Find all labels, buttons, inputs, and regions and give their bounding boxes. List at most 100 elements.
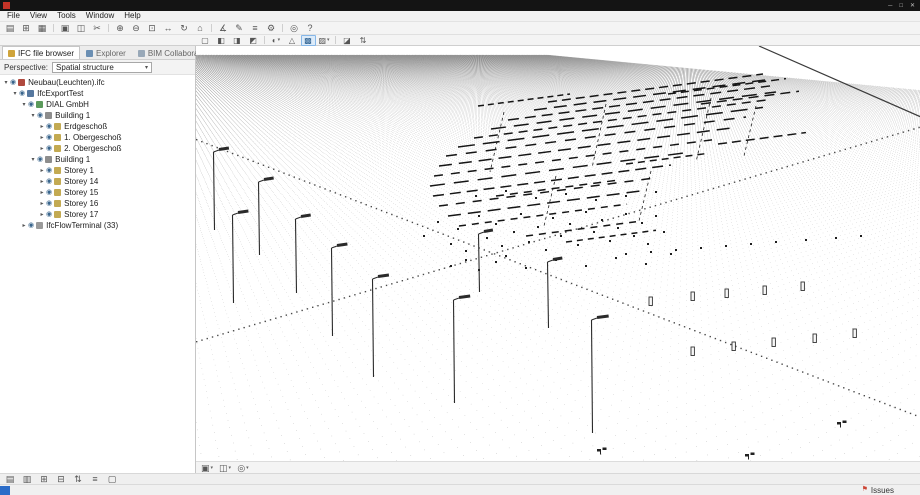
issues-flag-icon: ⚑ [862, 486, 868, 494]
walk-mode-icon[interactable]: ⇅ [356, 35, 371, 46]
tree-row[interactable]: ▾◉Building 1 [0, 110, 195, 121]
copy-icon[interactable]: ◫ [74, 22, 89, 34]
visibility-eye-icon[interactable]: ◉ [10, 79, 16, 87]
storey-icon [54, 145, 61, 152]
menu-window[interactable]: Window [81, 11, 119, 21]
collapse-icon[interactable]: ▾ [11, 90, 19, 97]
shading-mode-icon[interactable]: ◐▾ [269, 35, 284, 46]
tree-label: Storey 15 [64, 188, 98, 197]
annotate-icon[interactable]: ✎ [232, 22, 247, 34]
expand-icon[interactable]: ▸ [38, 189, 46, 196]
print-icon[interactable]: ▣ [58, 22, 73, 34]
close-button[interactable]: ✕ [910, 3, 915, 9]
tree-label: IfcExportTest [37, 89, 83, 98]
open-file-icon[interactable]: ▤ [3, 22, 18, 34]
collapse-icon[interactable]: ▾ [29, 156, 37, 163]
visibility-eye-icon[interactable]: ◉ [46, 123, 52, 131]
issues-button[interactable]: ⚑ Issues [862, 486, 894, 495]
visibility-eye-icon[interactable]: ◉ [28, 222, 34, 230]
visibility-eye-icon[interactable]: ◉ [46, 167, 52, 175]
tree-row[interactable]: ▾◉DIAL GmbH [0, 99, 195, 110]
tree-row[interactable]: ▸◉Storey 17 [0, 209, 195, 220]
expand-icon[interactable]: ▸ [38, 145, 46, 152]
background-icon[interactable]: ▨▾ [317, 35, 332, 46]
visibility-eye-icon[interactable]: ◉ [46, 189, 52, 197]
toolbar-separator [53, 24, 54, 32]
file-icon [18, 79, 25, 86]
storey-icon [54, 200, 61, 207]
zoom-window-icon[interactable]: ⊡ [145, 22, 160, 34]
tree-row[interactable]: ▸◉Storey 14 [0, 176, 195, 187]
minimize-button[interactable]: ─ [888, 3, 892, 9]
visibility-eye-icon[interactable]: ◉ [46, 200, 52, 208]
visibility-eye-icon[interactable]: ◉ [46, 145, 52, 153]
visibility-eye-icon[interactable]: ◉ [37, 112, 43, 120]
expand-icon[interactable]: ▸ [38, 200, 46, 207]
view-front-icon[interactable]: ◧ [214, 35, 229, 46]
view-side-icon[interactable]: ◨ [230, 35, 245, 46]
visibility-icon[interactable]: ◎▾ [236, 462, 251, 474]
app-window: ─ □ ✕ FileViewToolsWindowHelp ▤⊞▦ ▣◫✂ ⊕⊖⊡↔… [0, 0, 920, 495]
open-folder-icon[interactable]: ⊞ [19, 22, 34, 34]
building-icon [45, 156, 52, 163]
tree-row[interactable]: ▸◉ Storey 1 [0, 165, 195, 176]
section-icon[interactable]: ◪ [340, 35, 355, 46]
home-view-icon[interactable]: ⌂ [193, 22, 208, 34]
visibility-eye-icon[interactable]: ◉ [37, 156, 43, 164]
layers-icon[interactable]: ≡ [248, 22, 263, 34]
settings-icon[interactable]: ⚙ [264, 22, 279, 34]
collapse-icon[interactable]: ▾ [29, 112, 37, 119]
expand-icon[interactable]: ▸ [38, 178, 46, 185]
help-icon[interactable]: ? [303, 22, 318, 34]
zoom-out-icon[interactable]: ⊖ [129, 22, 144, 34]
status-accent-block [0, 486, 10, 495]
tree-row[interactable]: ▸◉Storey 16 [0, 198, 195, 209]
view-top-icon[interactable]: ▢ [198, 35, 213, 46]
visibility-eye-icon[interactable]: ◉ [28, 101, 34, 109]
tab-ifc-file-browser[interactable]: IFC file browser [2, 46, 80, 59]
orbit-icon[interactable]: ↻ [177, 22, 192, 34]
expand-icon[interactable]: ▸ [38, 167, 46, 174]
tree-label: Storey 1 [64, 166, 94, 175]
collapse-icon[interactable]: ▾ [20, 101, 28, 108]
titlebar: ─ □ ✕ [0, 0, 920, 11]
cut-icon[interactable]: ✂ [90, 22, 105, 34]
tree-row[interactable]: ▸◉1. Obergeschoß [0, 132, 195, 143]
menu-tools[interactable]: Tools [52, 11, 81, 21]
perspective-select[interactable]: Spatial structure ▾ [52, 62, 152, 73]
collapse-icon[interactable]: ▾ [2, 79, 10, 86]
tree-row[interactable]: ▸◉IfcFlowTerminal (33) [0, 220, 195, 231]
expand-icon[interactable]: ▸ [38, 211, 46, 218]
view-iso-icon[interactable]: ◩ [246, 35, 261, 46]
info-icon[interactable]: ◎ [287, 22, 302, 34]
tree-row[interactable]: ▸◉ Storey 15 [0, 187, 195, 198]
measure-icon[interactable]: ∡ [216, 22, 231, 34]
tree-row[interactable]: ▸◉Erdgeschoß [0, 121, 195, 132]
expand-icon[interactable]: ▸ [38, 134, 46, 141]
grid-toggle-icon[interactable]: ▩ [301, 35, 316, 46]
tab-explorer[interactable]: Explorer [80, 46, 132, 59]
tree-row[interactable]: ▾◉Building 1 [0, 154, 195, 165]
menu-view[interactable]: View [25, 11, 52, 21]
expand-icon[interactable]: ▸ [20, 222, 28, 229]
visibility-eye-icon[interactable]: ◉ [46, 134, 52, 142]
visibility-eye-icon[interactable]: ◉ [46, 211, 52, 219]
save-icon[interactable]: ▦ [35, 22, 50, 34]
projection-icon[interactable]: △ [285, 35, 300, 46]
tree-row[interactable]: ▾◉ IfcExportTest [0, 88, 195, 99]
view-mode-icon[interactable]: ◫▾ [218, 462, 233, 474]
zoom-in-icon[interactable]: ⊕ [113, 22, 128, 34]
visibility-eye-icon[interactable]: ◉ [19, 90, 25, 98]
menu-file[interactable]: File [2, 11, 25, 21]
expand-icon[interactable]: ▸ [38, 123, 46, 130]
3d-scene-canvas[interactable] [196, 46, 920, 461]
maximize-button[interactable]: □ [899, 3, 903, 9]
tree-row[interactable]: ▸◉2. Obergeschoß [0, 143, 195, 154]
pan-icon[interactable]: ↔ [161, 22, 176, 34]
visibility-eye-icon[interactable]: ◉ [46, 178, 52, 186]
dropdown-caret-icon: ▾ [211, 463, 214, 473]
window-controls: ─ □ ✕ [888, 3, 917, 9]
menu-help[interactable]: Help [119, 11, 145, 21]
snapshot-icon[interactable]: ▣▾ [200, 462, 215, 474]
tree-row[interactable]: ▾◉Neubau(Leuchten).ifc [0, 77, 195, 88]
